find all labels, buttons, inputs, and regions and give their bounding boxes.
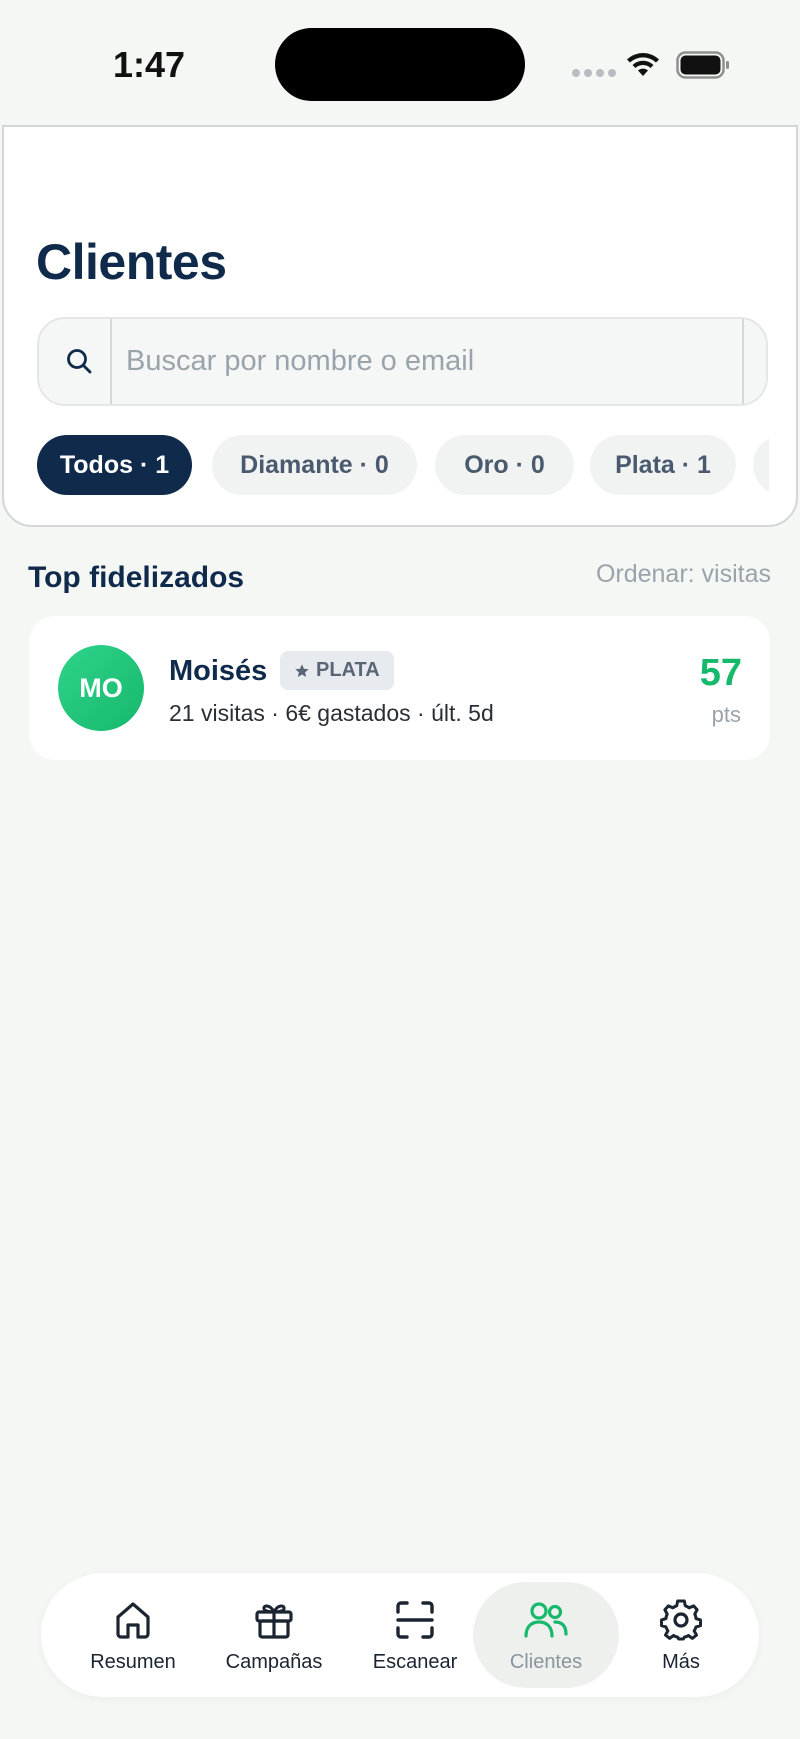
tab-label: Clientes — [509, 1650, 583, 1673]
sort-button[interactable]: Ordenar: visitas — [596, 560, 771, 589]
filter-chip-more[interactable] — [753, 435, 769, 495]
filter-chip-label: Diamante · 0 — [240, 450, 389, 479]
battery-icon — [676, 51, 729, 79]
wifi-icon — [627, 53, 659, 76]
search-input-wrapper — [110, 319, 744, 404]
tier-label: PLATA — [316, 659, 380, 681]
filter-chip-todos[interactable]: Todos · 1 — [37, 435, 192, 495]
header-card: Clientes Todos · 1 Diamante · 0 Oro · 0 … — [2, 125, 798, 527]
tab-mas[interactable]: Más — [631, 1582, 731, 1688]
tab-bar: Resumen Campañas Escanear Clientes Más — [41, 1573, 759, 1697]
filter-chip-plata[interactable]: Plata · 1 — [590, 435, 736, 495]
page-title: Clientes — [36, 234, 227, 290]
tab-escanear[interactable]: Escanear — [350, 1582, 480, 1688]
tab-campanas[interactable]: Campañas — [209, 1582, 339, 1688]
tab-label: Escanear — [372, 1650, 458, 1673]
avatar: MO — [58, 645, 144, 731]
dynamic-island — [275, 28, 525, 101]
home-icon — [116, 1601, 150, 1639]
tab-label: Resumen — [90, 1650, 176, 1673]
tab-clientes[interactable]: Clientes — [473, 1582, 619, 1688]
users-icon — [524, 1601, 568, 1638]
filter-chip-label: Plata · 1 — [615, 450, 711, 479]
gift-icon — [255, 1604, 293, 1639]
points-unit: pts — [711, 702, 741, 727]
status-bar: 1:47 — [0, 0, 800, 125]
filter-chip-label: Oro · 0 — [464, 450, 545, 479]
filter-chip-label: Todos · 1 — [59, 450, 170, 479]
tab-label: Campañas — [225, 1650, 323, 1673]
star-icon — [295, 663, 309, 677]
client-name: Moisés — [169, 655, 268, 687]
tier-badge: PLATA — [280, 651, 394, 690]
tab-label: Más — [662, 1650, 700, 1673]
client-card[interactable]: MO Moisés PLATA 21 visitas · 6€ gastados… — [29, 616, 770, 760]
gear-icon — [660, 1598, 702, 1641]
status-time: 1:47 — [113, 44, 186, 85]
filter-chip-diamante[interactable]: Diamante · 0 — [212, 435, 417, 495]
filter-chips: Todos · 1 Diamante · 0 Oro · 0 Plata · 1 — [37, 435, 769, 497]
search-icon — [67, 349, 92, 374]
scan-icon — [396, 1600, 434, 1639]
tab-resumen[interactable]: Resumen — [68, 1582, 198, 1688]
filter-chip-oro[interactable]: Oro · 0 — [435, 435, 574, 495]
client-meta: 21 visitas · 6€ gastados · últ. 5d — [169, 700, 494, 726]
search-input[interactable] — [112, 319, 742, 404]
cellular-signal-icon — [572, 69, 616, 77]
points-value: 57 — [699, 652, 742, 694]
section-title: Top fidelizados — [28, 561, 245, 594]
search-box[interactable] — [37, 317, 768, 406]
